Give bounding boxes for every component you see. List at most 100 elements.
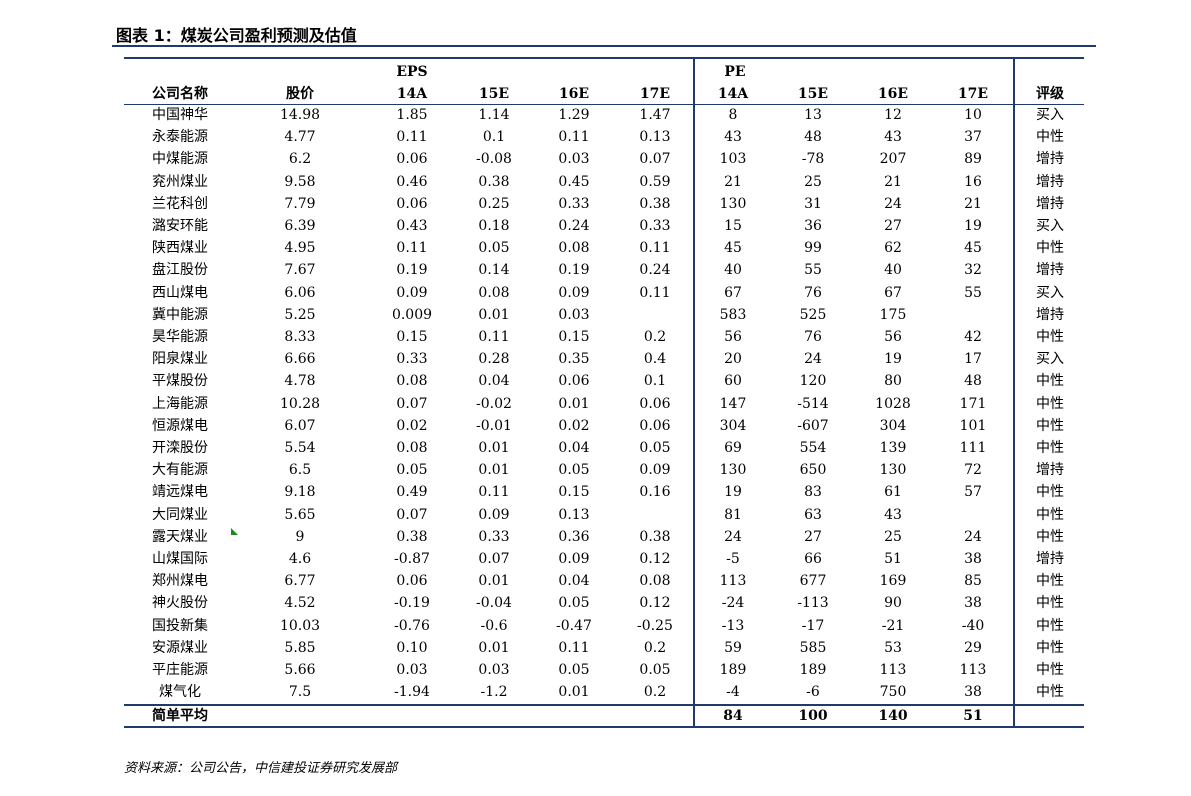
row-pe-15: 27 <box>804 529 822 545</box>
row-company-name: 昊华能源 <box>152 329 208 345</box>
row-eps-16: 0.02 <box>558 418 590 434</box>
row-price: 4.95 <box>284 240 316 256</box>
row-pe-15: 120 <box>799 373 827 389</box>
row-eps-17: 0.11 <box>639 240 671 256</box>
row-eps-14: 0.19 <box>396 262 428 278</box>
row-rating: 中性 <box>1036 396 1064 412</box>
row-eps-14: 0.08 <box>396 440 428 456</box>
row-pe-16: 62 <box>884 240 902 256</box>
row-pe-16: 169 <box>879 573 907 589</box>
row-eps-14: 0.02 <box>396 418 428 434</box>
row-eps-14: 0.09 <box>396 285 428 301</box>
row-price: 5.66 <box>284 662 316 678</box>
row-eps-15: 0.04 <box>478 373 510 389</box>
row-pe-16: 51 <box>884 551 902 567</box>
row-price: 4.77 <box>284 129 316 145</box>
row-price: 6.2 <box>288 151 312 167</box>
row-company-name: 兖州煤业 <box>152 174 208 190</box>
row-eps-14: 0.33 <box>396 351 428 367</box>
row-price: 6.07 <box>284 418 316 434</box>
row-pe-15: 63 <box>804 507 822 523</box>
header-pe-14a: 14A <box>717 86 749 102</box>
row-eps-14: 0.009 <box>391 307 433 323</box>
row-company-name: 盘江股份 <box>152 262 208 278</box>
row-pe-14: 304 <box>719 418 747 434</box>
row-pe-14: -24 <box>721 595 745 611</box>
row-pe-14: 24 <box>724 529 742 545</box>
row-rating: 中性 <box>1036 484 1064 500</box>
row-pe-14: 130 <box>719 462 747 478</box>
row-price: 4.52 <box>284 595 316 611</box>
row-rating: 中性 <box>1036 573 1064 589</box>
row-eps-15: -0.08 <box>476 151 512 167</box>
row-pe-15: 585 <box>799 640 827 656</box>
row-pe-15: 189 <box>799 662 827 678</box>
row-price: 6.39 <box>284 218 316 234</box>
row-pe-16: 750 <box>879 684 907 700</box>
row-eps-14: 0.06 <box>396 196 428 212</box>
row-eps-16: 0.06 <box>558 373 590 389</box>
row-rating: 中性 <box>1036 529 1064 545</box>
row-pe-14: 103 <box>719 151 747 167</box>
row-eps-16: 0.03 <box>558 151 590 167</box>
row-pe-16: 27 <box>884 218 902 234</box>
row-price: 5.54 <box>284 440 316 456</box>
row-pe-16: 130 <box>879 462 907 478</box>
row-eps-15: -0.01 <box>476 418 512 434</box>
row-eps-17: 0.12 <box>639 551 671 567</box>
row-eps-17: 0.06 <box>639 396 671 412</box>
row-eps-16: 1.29 <box>558 107 590 123</box>
row-pe-15: -514 <box>797 396 829 412</box>
row-eps-15: 0.09 <box>478 507 510 523</box>
row-pe-14: 40 <box>724 262 742 278</box>
row-eps-16: 0.01 <box>558 684 590 700</box>
row-company-name: 兰花科创 <box>152 196 208 212</box>
row-eps-15: 0.03 <box>478 662 510 678</box>
row-eps-17: 0.59 <box>639 174 671 190</box>
row-eps-15: 0.01 <box>478 462 510 478</box>
row-eps-17: 0.07 <box>639 151 671 167</box>
row-pe-16: 43 <box>884 129 902 145</box>
row-eps-16: 0.04 <box>558 573 590 589</box>
row-rating: 买入 <box>1036 285 1064 301</box>
row-rating: 中性 <box>1036 684 1064 700</box>
row-eps-16: 0.05 <box>558 595 590 611</box>
row-eps-17: 0.05 <box>639 440 671 456</box>
row-pe-14: 60 <box>724 373 742 389</box>
row-eps-17: 0.13 <box>639 129 671 145</box>
row-eps-17: -0.25 <box>637 618 673 634</box>
row-pe-15: 99 <box>804 240 822 256</box>
row-price: 7.67 <box>284 262 316 278</box>
row-rating: 增持 <box>1036 307 1064 323</box>
row-eps-16: 0.11 <box>558 640 590 656</box>
row-eps-17: 0.09 <box>639 462 671 478</box>
row-pe-15: 650 <box>799 462 827 478</box>
row-pe-14: 147 <box>719 396 747 412</box>
row-pe-16: 113 <box>879 662 907 678</box>
row-rating: 中性 <box>1036 595 1064 611</box>
row-eps-17: 0.2 <box>643 684 667 700</box>
average-label: 简单平均 <box>152 708 208 724</box>
row-pe-16: 24 <box>884 196 902 212</box>
row-eps-16: 0.11 <box>558 129 590 145</box>
row-eps-17: 0.11 <box>639 285 671 301</box>
row-eps-15: -0.02 <box>476 396 512 412</box>
row-pe-15: 66 <box>804 551 822 567</box>
row-rating: 买入 <box>1036 107 1064 123</box>
row-company-name: 神火股份 <box>152 595 208 611</box>
figure-title: 图表 1：煤炭公司盈利预测及估值 <box>116 26 357 45</box>
average-pe-16: 140 <box>878 708 908 724</box>
row-eps-17: 0.4 <box>643 351 667 367</box>
row-rating: 增持 <box>1036 262 1064 278</box>
row-pe-15: 55 <box>804 262 822 278</box>
row-price: 9.58 <box>284 174 316 190</box>
row-rating: 中性 <box>1036 440 1064 456</box>
row-price: 7.79 <box>284 196 316 212</box>
row-company-name: 上海能源 <box>152 396 208 412</box>
row-company-name: 中国神华 <box>152 107 208 123</box>
row-pe-16: 80 <box>884 373 902 389</box>
row-price: 5.85 <box>284 640 316 656</box>
row-company-name: 阳泉煤业 <box>152 351 208 367</box>
row-eps-15: -0.6 <box>480 618 508 634</box>
header-eps-15e: 15E <box>478 86 510 102</box>
